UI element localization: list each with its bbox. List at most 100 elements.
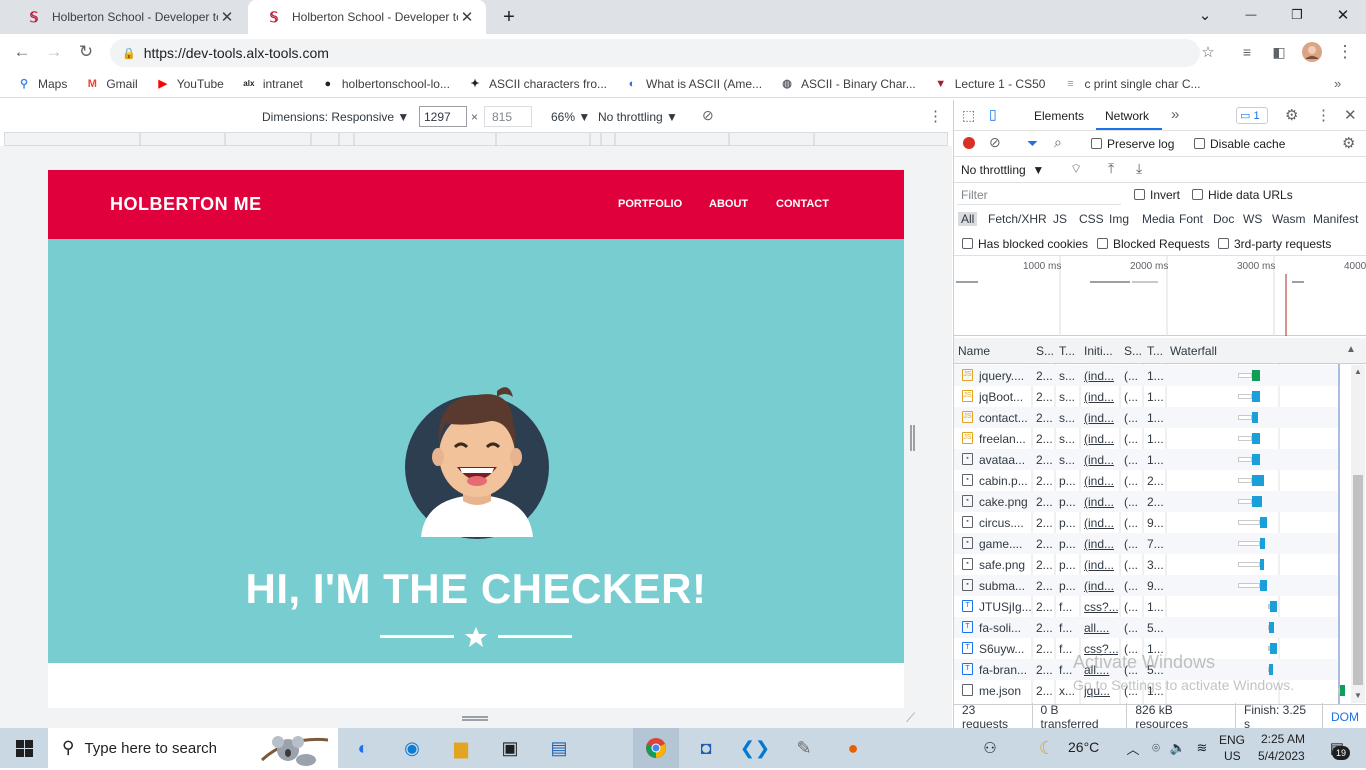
request-row[interactable]: JS freelan... 2... s... (ind... (... 1... <box>954 428 1338 449</box>
chrome-menu-icon[interactable]: ⋮ <box>1332 40 1358 64</box>
request-row[interactable]: JS jquery.... 2... s... (ind... (... 1... <box>954 365 1338 386</box>
filter-type-font[interactable]: Font <box>1179 212 1203 226</box>
reload-icon[interactable]: ↻ <box>73 40 99 64</box>
resize-handle-bottom[interactable] <box>462 716 488 721</box>
request-row[interactable]: ▪ safe.png 2... p... (ind... (... 3... <box>954 554 1338 575</box>
device-toggle-icon[interactable]: ▯ <box>989 106 997 123</box>
bookmark-item[interactable]: ◐ What is ASCII (Ame... <box>624 76 762 92</box>
request-row[interactable]: ▪ cabin.p... 2... p... (ind... (... 2... <box>954 470 1338 491</box>
throttling-select[interactable]: No throttling ▼ <box>961 163 1044 177</box>
filter-type-fetchxhr[interactable]: Fetch/XHR <box>988 212 1047 226</box>
col-time[interactable]: T... <box>1147 344 1163 358</box>
scrollbar-thumb[interactable] <box>1353 475 1363 685</box>
request-row[interactable]: JS contact... 2... s... (ind... (... 1... <box>954 407 1338 428</box>
bookmark-item[interactable]: M Gmail <box>84 76 138 92</box>
request-initiator[interactable]: (ind... <box>1084 411 1118 425</box>
search-icon[interactable]: ⌕ <box>1054 134 1062 151</box>
request-initiator[interactable]: (ind... <box>1084 537 1118 551</box>
request-row[interactable]: Tfa-soli... 2... f... all.... (... 5... <box>954 617 1338 638</box>
inspect-element-icon[interactable]: ⬚ <box>962 107 975 124</box>
language-secondary[interactable]: US <box>1224 749 1241 763</box>
new-tab-button[interactable]: + <box>486 2 532 32</box>
clear-icon[interactable]: ⊘ <box>989 134 1001 151</box>
browser-tab[interactable]: 𝕊 Holberton School - Developer to ✕ <box>8 0 246 34</box>
maximize-button[interactable]: ❐ <box>1274 0 1320 30</box>
resize-corner-icon[interactable]: ⟋ <box>906 710 915 726</box>
filter-type-ws[interactable]: WS <box>1243 212 1262 226</box>
request-initiator[interactable]: (ind... <box>1084 390 1118 404</box>
overview-timeline[interactable]: 1000 ms 2000 ms 3000 ms 4000 <box>954 256 1366 336</box>
close-tab-icon[interactable]: ✕ <box>218 8 236 26</box>
request-initiator[interactable]: (ind... <box>1084 474 1118 488</box>
blocked-requests-checkbox[interactable]: Blocked Requests <box>1097 237 1210 251</box>
clock-date[interactable]: 5/4/2023 <box>1258 749 1305 763</box>
import-har-icon[interactable]: ⤒ <box>1108 160 1114 177</box>
col-type[interactable]: T... <box>1059 344 1075 358</box>
paint-icon[interactable]: ✎ <box>789 734 819 762</box>
bookmark-item[interactable]: ▶ YouTube <box>155 76 223 92</box>
remote-desktop-icon[interactable]: ◘ <box>691 734 721 762</box>
request-initiator[interactable]: all.... <box>1084 621 1118 635</box>
col-name[interactable]: Name <box>958 344 990 358</box>
scroll-up-icon[interactable]: ▲ <box>1354 367 1362 376</box>
col-size[interactable]: S... <box>1124 344 1142 358</box>
bookmark-item[interactable]: ✦ ASCII characters fro... <box>467 76 607 92</box>
request-row[interactable]: JS jqBoot... 2... s... (ind... (... 1... <box>954 386 1338 407</box>
clock-time[interactable]: 2:25 AM <box>1261 732 1305 746</box>
edge-icon[interactable]: ◉ <box>397 734 427 762</box>
nav-portfolio[interactable]: PORTFOLIO <box>618 198 682 210</box>
tab-network[interactable]: Network <box>1105 109 1149 123</box>
request-initiator[interactable]: css?... <box>1084 600 1118 614</box>
bookmark-item[interactable]: ⚲ Maps <box>16 76 67 92</box>
invert-checkbox[interactable]: Invert <box>1134 188 1180 202</box>
bookmark-item[interactable]: ◍ ASCII - Binary Char... <box>779 76 916 92</box>
minimize-button[interactable]: — <box>1228 0 1274 30</box>
reading-list-icon[interactable]: ≡ <box>1234 40 1260 64</box>
terminal-icon[interactable]: ▣ <box>495 734 525 762</box>
request-list-scrollbar[interactable]: ▲ ▼ <box>1351 365 1365 703</box>
vscode-icon[interactable]: ❮❯ <box>740 734 770 762</box>
firefox-icon[interactable]: ● <box>838 734 868 762</box>
sort-up-icon[interactable]: ▲ <box>1346 344 1356 355</box>
rotate-icon[interactable]: ⊘ <box>702 107 714 124</box>
language-primary[interactable]: ENG <box>1219 733 1245 747</box>
request-row[interactable]: ▪ circus.... 2... p... (ind... (... 9... <box>954 512 1338 533</box>
back-icon[interactable]: ← <box>9 40 35 64</box>
more-tabs-icon[interactable]: » <box>1171 106 1179 123</box>
export-har-icon[interactable]: ⤓ <box>1136 160 1142 177</box>
request-row[interactable]: ▪ cake.png 2... p... (ind... (... 2... <box>954 491 1338 512</box>
blocked-cookies-checkbox[interactable]: Has blocked cookies <box>962 237 1088 251</box>
width-input[interactable]: 1297 <box>419 106 467 127</box>
cortana-icon[interactable]: ◐ <box>348 734 378 762</box>
filter-input[interactable]: Filter <box>957 185 1121 205</box>
hide-data-urls-checkbox[interactable]: Hide data URLs <box>1192 188 1293 202</box>
network-conditions-icon[interactable]: ⌔ <box>1070 161 1082 177</box>
third-party-checkbox[interactable]: 3rd-party requests <box>1218 237 1331 251</box>
profile-avatar[interactable] <box>1299 40 1325 64</box>
file-explorer-icon[interactable]: ▆ <box>446 734 476 762</box>
network-settings-icon[interactable]: ⚙ <box>1342 134 1355 152</box>
filter-type-all[interactable]: All <box>958 212 978 226</box>
request-initiator[interactable]: (ind... <box>1084 516 1118 530</box>
request-row[interactable]: ▪ avataa... 2... s... (ind... (... 1... <box>954 449 1338 470</box>
filter-type-css[interactable]: CSS <box>1079 212 1104 226</box>
window-close-button[interactable]: ✕ <box>1320 0 1366 30</box>
issues-badge[interactable]: ▭ 1 <box>1236 107 1268 124</box>
more-bookmarks-icon[interactable]: » <box>1334 76 1341 91</box>
bookmark-item[interactable]: alx intranet <box>241 76 303 92</box>
request-initiator[interactable]: (ind... <box>1084 495 1118 509</box>
col-status[interactable]: S... <box>1036 344 1054 358</box>
side-panel-icon[interactable]: ◧ <box>1266 40 1292 64</box>
close-tab-icon[interactable]: ✕ <box>458 8 476 26</box>
nav-contact[interactable]: CONTACT <box>776 198 829 210</box>
request-row[interactable]: ▪ subma... 2... p... (ind... (... 9... <box>954 575 1338 596</box>
app-window-icon[interactable]: ▤ <box>544 734 574 762</box>
browser-tab-active[interactable]: 𝕊 Holberton School - Developer to ✕ <box>248 0 486 34</box>
filter-type-doc[interactable]: Doc <box>1213 212 1234 226</box>
record-icon[interactable] <box>963 137 975 149</box>
request-initiator[interactable]: (ind... <box>1084 369 1118 383</box>
temperature[interactable]: 26°C <box>1068 739 1099 755</box>
filter-type-wasm[interactable]: Wasm <box>1272 212 1306 226</box>
scroll-down-icon[interactable]: ▼ <box>1354 691 1362 700</box>
dimensions-select[interactable]: Dimensions: Responsive ▼ <box>262 110 409 124</box>
